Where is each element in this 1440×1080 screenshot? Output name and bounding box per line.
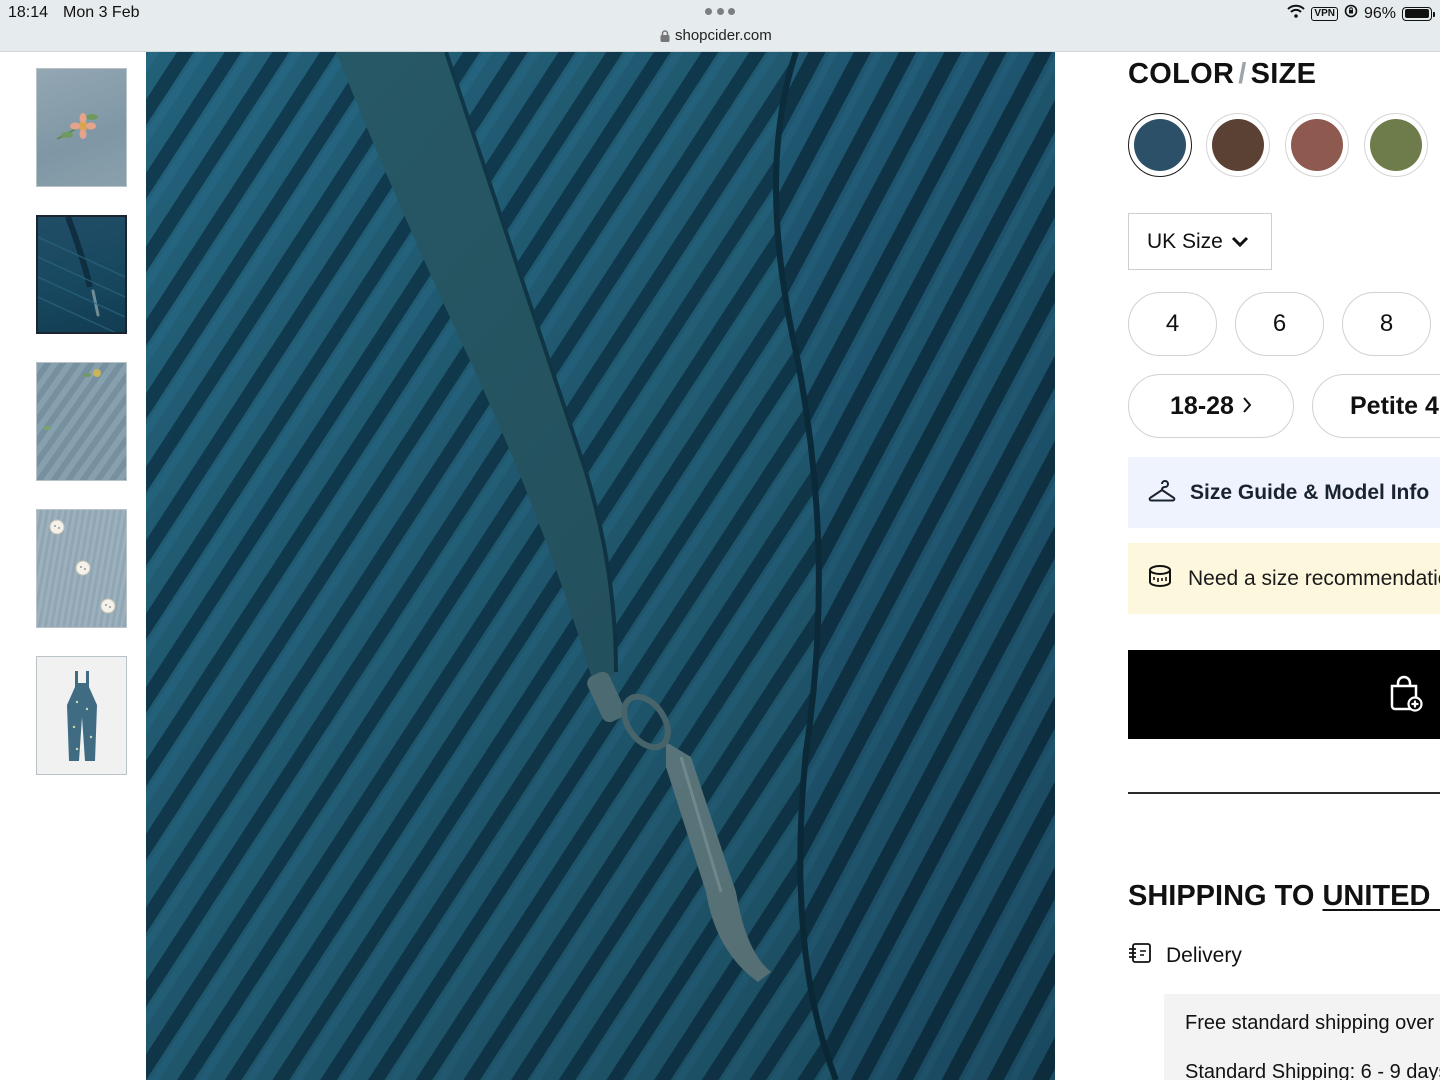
color-size-heading: COLOR / SIZE — [1128, 58, 1316, 91]
shipping-prefix: SHIPPING TO — [1128, 880, 1323, 912]
size-recommendation-label: Need a size recommendation? — [1188, 566, 1440, 590]
tab-options-dots-icon[interactable] — [705, 8, 735, 16]
size-heading: SIZE — [1250, 58, 1317, 90]
size-range-label: 18-28 — [1170, 391, 1234, 420]
delivery-label: Delivery — [1166, 944, 1242, 967]
size-system-value: UK Size — [1147, 229, 1223, 253]
product-options-panel: COLOR / SIZE UK Size 4 6 8 18-28 Petite 4 … — [1128, 52, 1440, 1080]
color-swatch-terracotta[interactable] — [1285, 113, 1349, 177]
color-swatch-teal[interactable] — [1128, 113, 1192, 177]
battery-icon — [1402, 6, 1435, 21]
color-swatch-brown[interactable] — [1206, 113, 1270, 177]
shipping-heading: SHIPPING TO UNITED KINGDOM — [1128, 880, 1440, 913]
shopping-bag-plus-icon — [1386, 674, 1424, 715]
fabric-zip-closeup — [146, 52, 1055, 1080]
address-bar[interactable]: shopcider.com — [660, 27, 772, 44]
thumbnail-buttons[interactable] — [36, 509, 127, 628]
tape-measure-icon — [1148, 564, 1174, 594]
shipping-info-box: Free standard shipping over £40 Standard… — [1164, 994, 1440, 1080]
thumbnail-gallery — [36, 68, 127, 803]
wifi-icon — [1287, 4, 1306, 23]
main-product-image[interactable] — [146, 52, 1055, 1080]
size-guide-link[interactable]: Size Guide & Model Info — [1128, 457, 1440, 528]
thumbnail-zip[interactable] — [36, 215, 127, 334]
status-time: 18:14 — [8, 4, 49, 21]
browser-status-bar: 18:14 Mon 3 Feb shopcider.com VPN 96% — [0, 0, 1440, 52]
thumbnail-fold[interactable] — [36, 362, 127, 481]
battery-percent: 96% — [1363, 4, 1396, 22]
color-heading: COLOR — [1128, 58, 1235, 90]
orientation-lock-icon — [1344, 4, 1358, 23]
chevron-down-icon — [1231, 230, 1249, 254]
status-indicators: VPN 96% — [1287, 4, 1435, 23]
thumbnail-full-view[interactable] — [36, 656, 127, 775]
size-option-6[interactable]: 6 — [1235, 292, 1324, 356]
lock-icon — [660, 29, 670, 42]
color-swatch-olive[interactable] — [1364, 113, 1428, 177]
hanger-icon — [1148, 478, 1176, 508]
shipping-country-link[interactable]: UNITED KINGDOM — [1322, 880, 1440, 912]
chevron-right-icon — [1242, 392, 1252, 421]
status-date: Mon 3 Feb — [63, 4, 140, 21]
size-guide-label: Size Guide & Model Info — [1190, 480, 1430, 504]
free-shipping-text: Free standard shipping over £40 — [1185, 1012, 1440, 1034]
standard-shipping-text: Standard Shipping: 6 - 9 days — [1185, 1061, 1440, 1080]
size-system-select[interactable]: UK Size — [1128, 213, 1272, 270]
vpn-badge: VPN — [1311, 6, 1338, 21]
section-divider — [1128, 792, 1440, 794]
size-range-petite[interactable]: Petite 4 — [1312, 374, 1440, 438]
size-range-18-28[interactable]: 18-28 — [1128, 374, 1294, 438]
heading-slash: / — [1238, 58, 1247, 90]
delivery-icon — [1128, 942, 1152, 970]
url-text: shopcider.com — [675, 27, 772, 44]
add-to-bag-button[interactable] — [1128, 650, 1440, 739]
size-recommendation-banner[interactable]: Need a size recommendation? — [1128, 543, 1440, 614]
size-option-4[interactable]: 4 — [1128, 292, 1217, 356]
delivery-row: Delivery — [1128, 942, 1242, 970]
thumbnail-floral[interactable] — [36, 68, 127, 187]
size-option-8[interactable]: 8 — [1342, 292, 1431, 356]
